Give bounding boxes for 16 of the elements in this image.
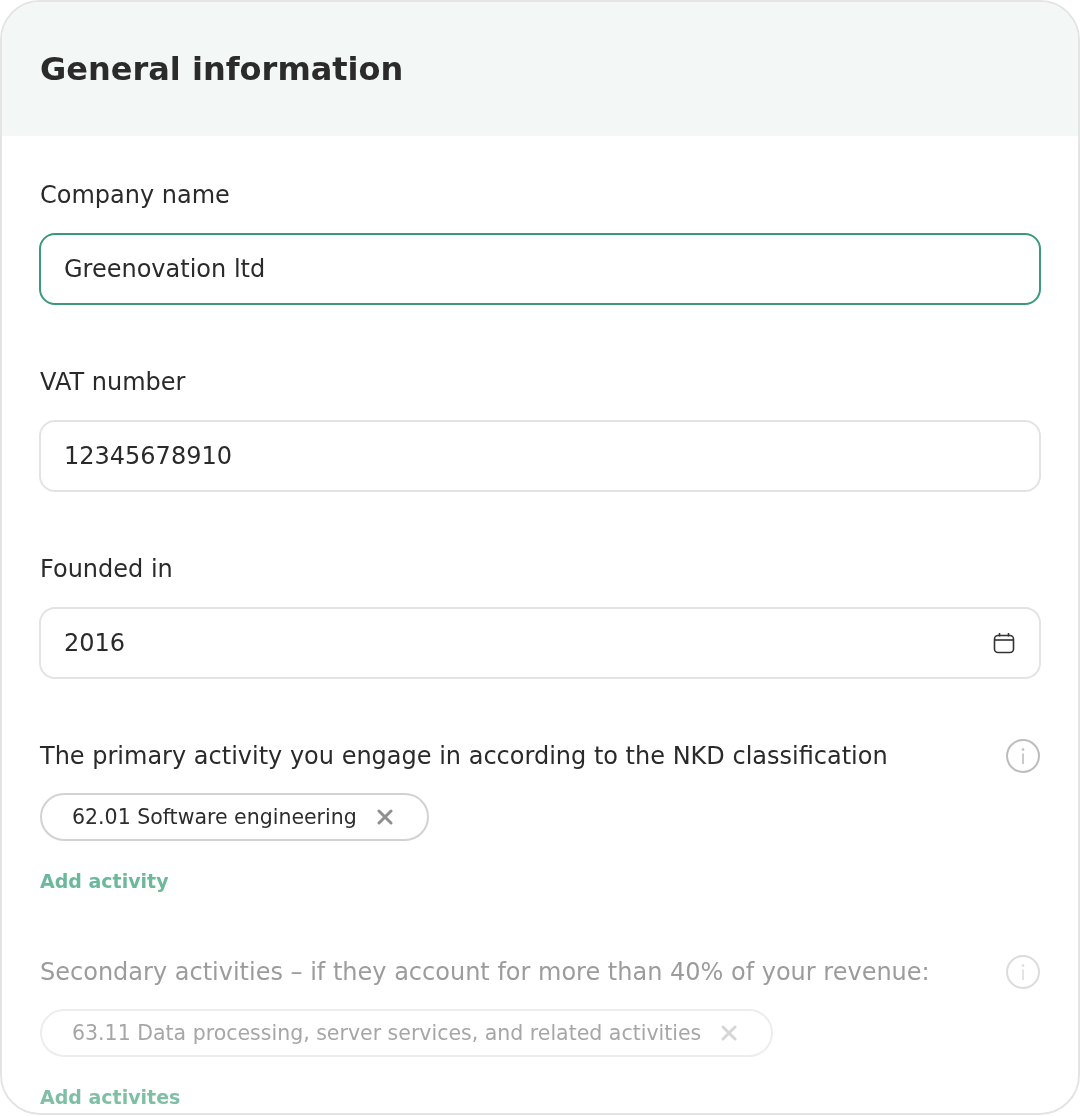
chip-label: 63.11 Data processing, server services, and related activities <box>72 1021 702 1045</box>
close-icon[interactable] <box>376 809 393 825</box>
info-icon[interactable] <box>1006 739 1040 773</box>
info-icon[interactable] <box>1006 955 1040 989</box>
chip-label: 62.01 Software engineering <box>72 805 357 829</box>
field-label: The primary activity you engage in according to the NKD classification <box>39 742 888 770</box>
text-field[interactable]: 12345678910 <box>39 420 1041 492</box>
section-title: General information <box>40 49 404 89</box>
field-label: Company name <box>39 181 230 209</box>
date-field[interactable]: 2016 <box>39 607 1041 679</box>
field-label: VAT number <box>39 368 186 396</box>
text-field[interactable]: Greenovation ltd <box>39 233 1041 305</box>
field-label: Secondary activities – if they account for more than 40% of your revenue: <box>39 958 930 986</box>
activity-chip[interactable]: 62.01 Software engineering <box>40 793 429 841</box>
field-label: Founded in <box>39 555 173 583</box>
calendar-icon[interactable] <box>993 632 1015 654</box>
